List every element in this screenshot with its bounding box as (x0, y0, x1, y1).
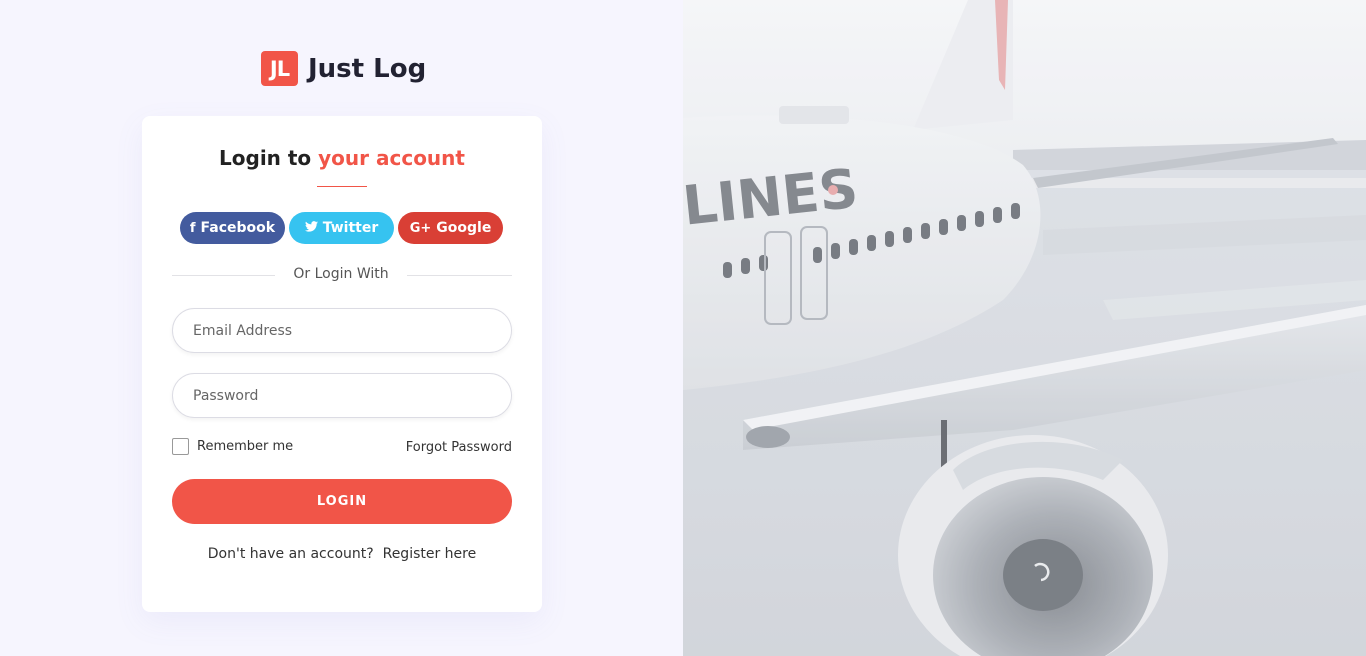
google-label: Google (436, 220, 492, 236)
remember-me[interactable]: Remember me (172, 438, 293, 455)
facebook-icon: f (189, 220, 196, 236)
photo-overlay (683, 0, 1366, 656)
email-input[interactable] (172, 308, 512, 353)
login-button[interactable]: LOGIN (172, 479, 512, 524)
remember-me-checkbox[interactable] (172, 438, 189, 455)
login-title-accent: your account (318, 146, 465, 170)
forgot-password-link[interactable]: Forgot Password (406, 440, 512, 455)
google-plus-icon: G+ (409, 220, 432, 236)
register-prompt-text: Don't have an account? (207, 546, 374, 562)
twitter-login-button[interactable]: Twitter (289, 212, 394, 244)
login-title-plain: Login to (219, 146, 319, 170)
register-prompt: Don't have an account? Register here (142, 546, 542, 562)
divider-text: Or Login With (293, 266, 389, 282)
brand-logo: JL (261, 51, 298, 86)
title-underline (317, 186, 367, 187)
twitter-label: Twitter (322, 220, 379, 236)
login-panel: JL Just Log Login to your account f Face… (0, 0, 683, 656)
airplane-illustration: LINES (683, 0, 1366, 656)
twitter-icon (304, 220, 318, 236)
brand-name: Just Log (308, 53, 427, 84)
brand[interactable]: JL Just Log (261, 51, 426, 86)
login-card: Login to your account f Facebook Twitter… (142, 116, 542, 612)
facebook-login-button[interactable]: f Facebook (180, 212, 285, 244)
remember-me-label: Remember me (197, 439, 294, 454)
login-title: Login to your account (142, 146, 542, 170)
divider-line-right (407, 275, 512, 276)
register-link[interactable]: Register here (383, 546, 477, 562)
divider-line-left (172, 275, 275, 276)
google-login-button[interactable]: G+ Google (398, 212, 503, 244)
facebook-label: Facebook (200, 220, 276, 236)
password-input[interactable] (172, 373, 512, 418)
hero-image: LINES (683, 0, 1366, 656)
